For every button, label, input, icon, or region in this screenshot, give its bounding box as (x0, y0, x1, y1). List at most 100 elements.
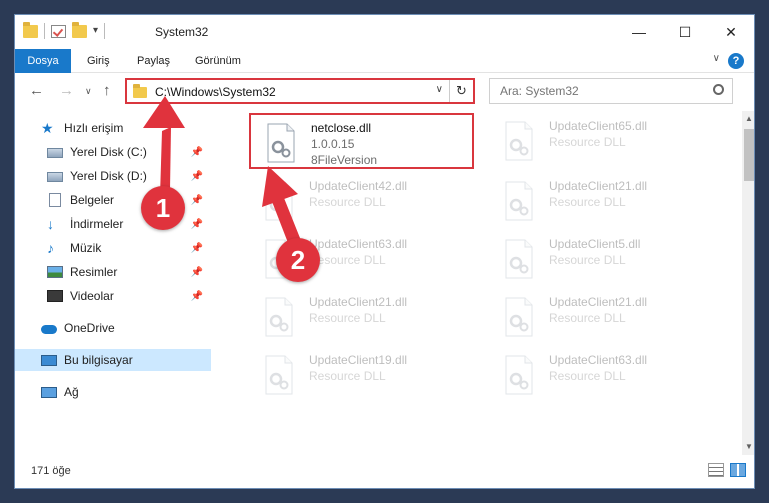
tab-home[interactable]: Giriş (75, 49, 122, 73)
pin-icon[interactable]: 📌 (191, 291, 203, 302)
sidebar-item-local-disk-d[interactable]: Yerel Disk (D:) 📌 (15, 165, 211, 187)
scroll-thumb[interactable] (744, 129, 754, 181)
disk-icon (47, 172, 63, 182)
sidebar-item-videos[interactable]: Videolar 📌 (15, 285, 211, 307)
pin-icon[interactable]: 📌 (191, 267, 203, 278)
forward-button[interactable]: → (59, 82, 74, 99)
dll-file-icon (505, 121, 533, 161)
file-item[interactable]: UpdateClient63.dll Resource DLL (489, 347, 714, 403)
sidebar-item-label: Yerel Disk (C:) (70, 145, 147, 159)
sidebar-item-onedrive[interactable]: OneDrive (15, 317, 211, 339)
sidebar-item-this-pc[interactable]: Bu bilgisayar (15, 349, 211, 371)
address-path[interactable]: C:\Windows\System32 (155, 85, 276, 99)
pin-icon[interactable]: 📌 (191, 219, 203, 230)
window-controls: — ☐ ✕ (616, 15, 754, 49)
close-button[interactable]: ✕ (708, 15, 754, 49)
file-item[interactable]: UpdateClient5.dll Resource DLL (489, 231, 714, 287)
dll-file-icon (505, 239, 533, 279)
vertical-scrollbar[interactable]: ▲ ▼ (742, 111, 754, 455)
file-name: UpdateClient5.dll (549, 237, 641, 251)
file-item[interactable]: UpdateClient65.dll Resource DLL (489, 113, 714, 169)
tab-share[interactable]: Paylaş (125, 49, 182, 73)
sidebar-item-label: Müzik (70, 241, 102, 255)
up-button[interactable]: ↑ (103, 82, 111, 99)
toolbar-divider (104, 23, 106, 39)
file-item-netclose[interactable]: netclose.dll 1.0.0.15 8FileVersion (249, 113, 474, 169)
toolbar-divider (44, 23, 45, 39)
dll-file-icon (505, 355, 533, 395)
help-icon[interactable]: ? (728, 53, 744, 69)
file-description: Resource DLL (549, 369, 626, 383)
network-icon (41, 386, 57, 398)
address-bar[interactable]: C:\Windows\System32 ∨ ↻ (125, 78, 475, 104)
pin-icon[interactable]: 📌 (191, 171, 203, 182)
disk-icon (47, 148, 63, 158)
search-input[interactable] (490, 79, 732, 103)
maximize-button[interactable]: ☐ (662, 15, 708, 49)
folder-icon (23, 21, 38, 38)
file-name: netclose.dll (311, 121, 372, 135)
pin-icon[interactable]: 📌 (191, 195, 203, 206)
dll-file-icon (265, 181, 293, 221)
callout-badge-2: 2 (276, 238, 320, 282)
new-folder-icon[interactable] (72, 21, 87, 38)
file-item[interactable]: UpdateClient21.dll Resource DLL (249, 289, 474, 345)
cloud-icon (41, 325, 57, 334)
dll-file-icon (265, 297, 293, 337)
scroll-up-icon[interactable]: ▲ (742, 111, 754, 127)
file-name: UpdateClient21.dll (309, 295, 408, 309)
file-name: UpdateClient63.dll (549, 353, 648, 367)
dll-file-icon (505, 181, 533, 221)
ribbon-collapse-icon[interactable]: ∨ (713, 53, 720, 64)
window-title: System32 (155, 25, 209, 39)
file-item[interactable]: UpdateClient19.dll Resource DLL (249, 347, 474, 403)
file-name: UpdateClient65.dll (549, 119, 648, 133)
pin-icon[interactable]: 📌 (191, 147, 203, 158)
file-item[interactable]: UpdateClient21.dll Resource DLL (489, 289, 714, 345)
address-dropdown-icon[interactable]: ∨ (436, 84, 443, 95)
file-description: Resource DLL (549, 195, 626, 209)
sidebar-item-label: OneDrive (64, 321, 115, 335)
file-item[interactable]: UpdateClient42.dll Resource DLL (249, 173, 474, 229)
sidebar-item-network[interactable]: Ağ (15, 381, 211, 403)
video-icon (47, 290, 63, 302)
sidebar-item-label: İndirmeler (70, 217, 124, 231)
pin-icon[interactable]: 📌 (191, 243, 203, 254)
item-count: 171 öğe (31, 465, 71, 477)
file-name: UpdateClient63.dll (309, 237, 408, 251)
recent-locations-button[interactable]: ∨ (85, 86, 92, 97)
dll-file-icon (267, 123, 295, 163)
customize-toolbar-icon[interactable]: ▾ (93, 25, 98, 38)
search-icon[interactable] (713, 84, 724, 95)
sidebar-item-quick-access[interactable]: ★ Hızlı erişim (15, 117, 211, 139)
sidebar-item-local-disk-c[interactable]: Yerel Disk (C:) 📌 (15, 141, 211, 163)
properties-icon[interactable] (51, 24, 66, 38)
sidebar-item-pictures[interactable]: Resimler 📌 (15, 261, 211, 283)
back-button[interactable]: ← (29, 82, 44, 99)
navigation-pane: ★ Hızlı erişim Yerel Disk (C:) 📌 Yerel D… (15, 111, 215, 455)
search-box[interactable] (489, 78, 733, 104)
refresh-button[interactable]: ↻ (449, 80, 473, 102)
minimize-button[interactable]: — (616, 15, 662, 49)
scroll-down-icon[interactable]: ▼ (742, 439, 754, 455)
file-name: UpdateClient42.dll (309, 179, 408, 193)
tiles-view-icon[interactable] (730, 463, 746, 477)
file-item[interactable]: UpdateClient21.dll Resource DLL (489, 173, 714, 229)
details-view-icon[interactable] (708, 463, 724, 477)
file-description: Resource DLL (309, 195, 386, 209)
file-description: Resource DLL (309, 311, 386, 325)
pictures-icon (47, 266, 63, 278)
tab-file[interactable]: Dosya (15, 49, 71, 73)
sidebar-item-label: Videolar (70, 289, 114, 303)
file-name: UpdateClient21.dll (549, 295, 648, 309)
sidebar-item-label: Ağ (64, 385, 79, 399)
view-switcher (708, 463, 746, 477)
file-name: UpdateClient19.dll (309, 353, 408, 367)
tab-view[interactable]: Görünüm (183, 49, 253, 73)
computer-icon (41, 354, 57, 366)
star-icon: ★ (41, 120, 54, 136)
status-bar: 171 öğe (15, 455, 754, 488)
sidebar-item-music[interactable]: ♪ Müzik 📌 (15, 237, 211, 259)
sidebar-item-label: Yerel Disk (D:) (70, 169, 147, 183)
folder-icon (133, 84, 147, 98)
